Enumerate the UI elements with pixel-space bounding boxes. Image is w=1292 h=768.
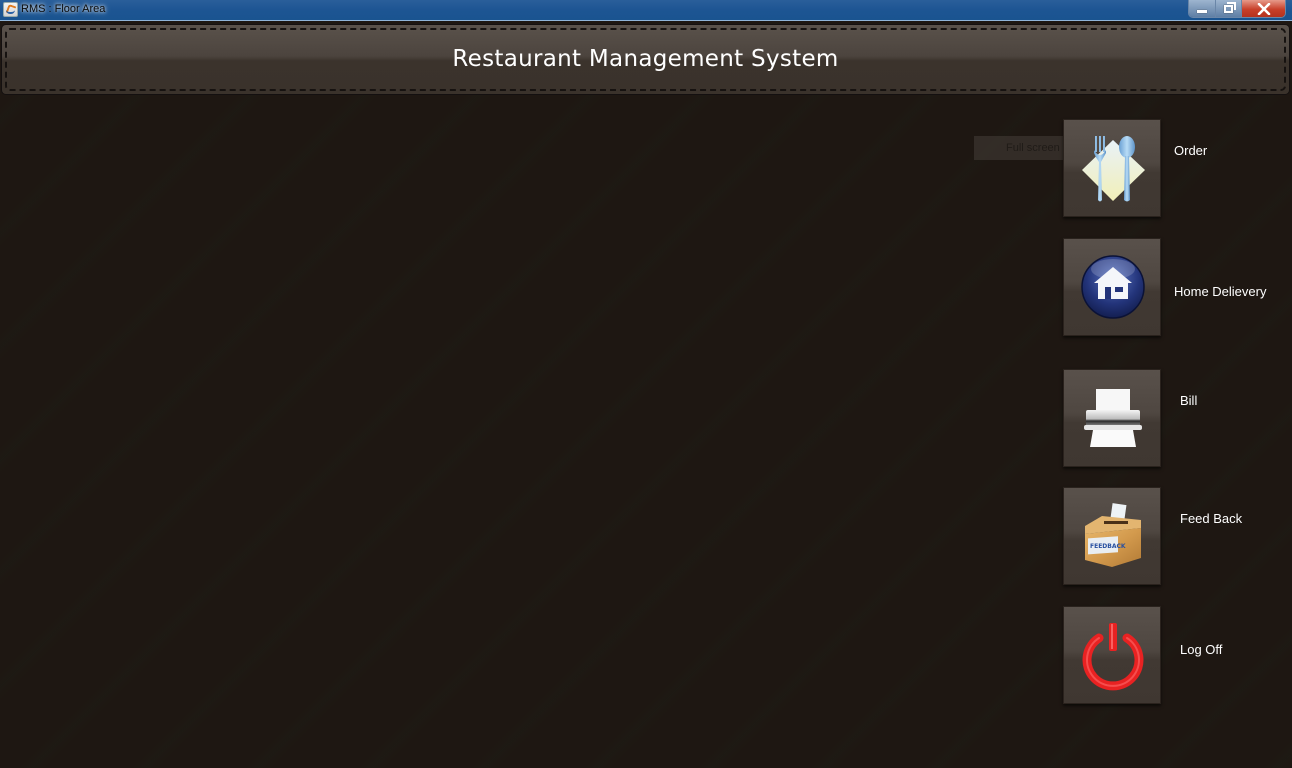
java-app-icon [3,2,18,17]
order-label: Order [1174,143,1208,158]
minimize-icon [1197,9,1207,13]
menu-item-bill: Bill [1063,369,1292,467]
menu-item-order: Order [1063,119,1292,217]
home-icon [1081,255,1145,319]
restore-button[interactable] [1215,0,1241,17]
window-controls [1188,0,1286,18]
bill-label: Bill [1180,393,1198,408]
menu-item-log-off: Log Off [1063,606,1292,704]
window-titlebar: RMS : Floor Area [0,0,1292,21]
window-title: RMS : Floor Area [21,3,106,15]
feedback-label: Feed Back [1180,511,1243,526]
bill-button[interactable] [1063,369,1161,467]
menu-item-home-delivery: Home Delievery [1063,238,1292,336]
close-icon [1257,2,1270,15]
home-delivery-button[interactable] [1063,238,1161,336]
log-off-button[interactable] [1063,606,1161,704]
close-button[interactable] [1241,0,1285,17]
feedback-box-icon: FEEDBACK [1085,503,1141,567]
cutlery-icon [1082,136,1145,202]
minimize-button[interactable] [1189,0,1215,17]
home-delivery-label: Home Delievery [1174,284,1267,299]
page-title: Restaurant Management System [452,46,839,72]
svg-text:FEEDBACK: FEEDBACK [1090,543,1126,550]
order-button[interactable] [1063,119,1161,217]
printer-icon [1084,389,1142,447]
header-banner: Restaurant Management System [2,25,1289,94]
power-icon [1082,623,1144,691]
restore-icon [1224,1,1236,13]
menu-item-feedback: FEEDBACK Feed Back [1063,487,1292,585]
log-off-label: Log Off [1180,642,1223,657]
feedback-button[interactable]: FEEDBACK [1063,487,1161,585]
